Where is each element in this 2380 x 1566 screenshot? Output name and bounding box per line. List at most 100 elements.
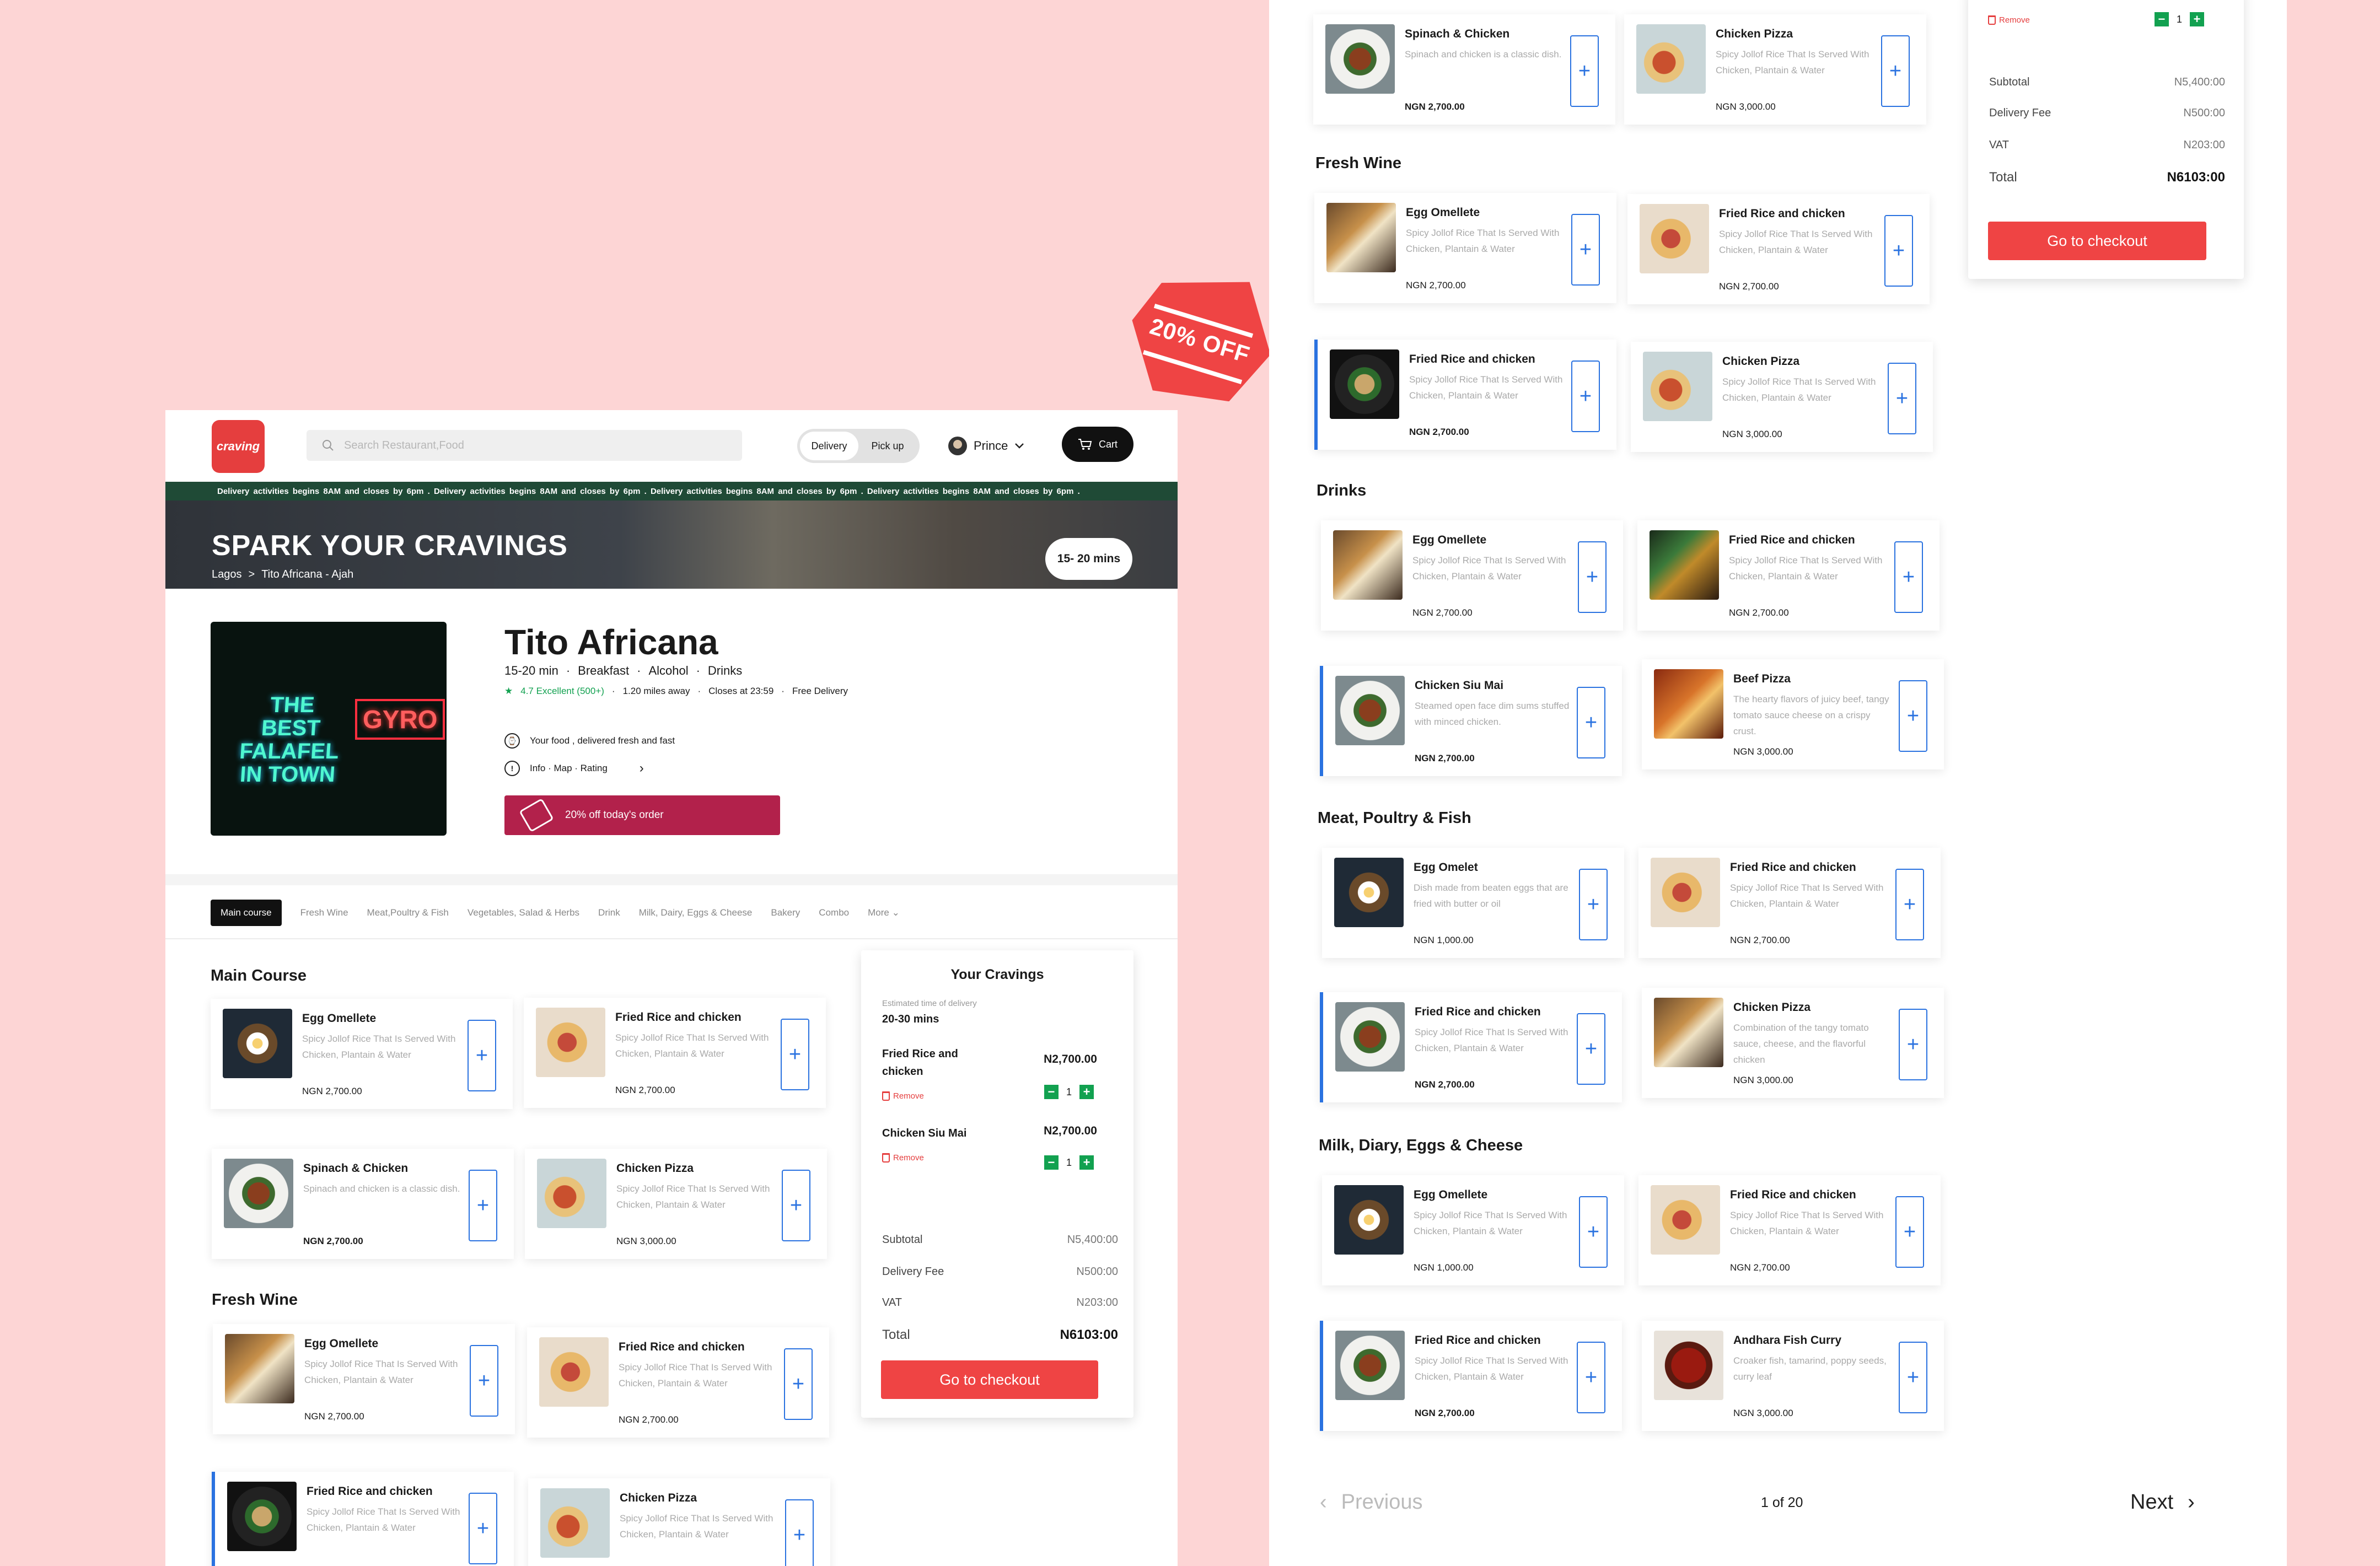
pickup-option[interactable]: Pick up [858,432,917,460]
tab-vegetables[interactable]: Vegetables, Salad & Herbs [468,907,579,918]
tab-main-course[interactable]: Main course [211,900,282,926]
add-to-cart-button[interactable]: + [1571,214,1600,286]
food-card[interactable]: Egg Omellete Spicy Jollof Rice That Is S… [1322,1175,1624,1285]
remove-button[interactable]: Remove [882,1153,924,1163]
food-card[interactable]: Andhara Fish Curry Croaker fish, tamarin… [1642,1321,1944,1431]
next-button[interactable]: Next › [2130,1490,2195,1514]
tab-drink[interactable]: Drink [598,907,620,918]
add-to-cart-button[interactable]: + [1895,1196,1924,1268]
food-card[interactable]: Fried Rice and chicken Spicy Jollof Rice… [1627,194,1930,304]
delivery-mode-toggle[interactable]: Delivery Pick up [797,429,920,463]
cart-button[interactable]: Cart [1062,427,1133,462]
food-card[interactable]: Egg Omelet Dish made from beaten eggs th… [1322,848,1624,958]
food-image [536,1008,605,1077]
decrement-button[interactable]: − [1044,1085,1059,1099]
add-to-cart-button[interactable]: + [1577,1013,1605,1085]
increment-button[interactable]: + [1079,1155,1094,1170]
food-card[interactable]: Spinach & Chicken Spinach and chicken is… [212,1149,514,1259]
food-card[interactable]: Egg Omellete Spicy Jollof Rice That Is S… [211,999,513,1109]
decrement-button[interactable]: − [1044,1155,1059,1170]
add-to-cart-button[interactable]: + [781,1019,809,1090]
food-card[interactable]: Chicken Pizza Spicy Jollof Rice That Is … [525,1149,827,1259]
add-to-cart-button[interactable]: + [1899,1342,1927,1413]
info-link[interactable]: Info · Map · Rating [530,763,608,774]
search-bar[interactable] [307,430,742,461]
tab-combo[interactable]: Combo [819,907,849,918]
add-to-cart-button[interactable]: + [1577,687,1605,758]
add-to-cart-button[interactable]: + [469,1493,497,1564]
food-card[interactable]: Fried Rice and chicken Spicy Jollof Rice… [524,998,826,1108]
tab-bakery[interactable]: Bakery [771,907,800,918]
food-price: NGN 2,700.00 [1415,753,1475,763]
rating-text[interactable]: 4.7 Excellent (500+) [520,686,604,697]
add-to-cart-button[interactable]: + [1895,869,1924,940]
breadcrumb-restaurant[interactable]: Tito Africana - Ajah [261,568,353,581]
add-to-cart-button[interactable]: + [1571,360,1600,432]
food-card[interactable]: Fried Rice and chicken Spicy Jollof Rice… [1638,848,1941,958]
info-row[interactable]: ! Info · Map · Rating › [504,761,644,776]
add-to-cart-button[interactable]: + [470,1345,498,1417]
user-menu[interactable]: Prince [948,431,1024,461]
food-card[interactable]: Chicken Pizza Combination of the tangy t… [1642,988,1944,1098]
announcement-ticker: Delivery activities begins 8AM and close… [165,482,1178,501]
food-card[interactable]: Fried Rice and chicken Spicy Jollof Rice… [1320,992,1622,1102]
add-to-cart-button[interactable]: + [1888,363,1916,434]
food-card[interactable]: Fried Rice and chicken Spicy Jollof Rice… [212,1472,514,1566]
add-to-cart-button[interactable]: + [1894,541,1923,613]
add-to-cart-button[interactable]: + [469,1170,497,1241]
food-description: Spicy Jollof Rice That Is Served With Ch… [1415,1355,1568,1382]
food-card[interactable]: Egg Omellete Spicy Jollof Rice That Is S… [1314,193,1616,303]
delivery-option[interactable]: Delivery [800,432,858,460]
tab-more[interactable]: More ⌄ [868,907,900,918]
increment-button[interactable]: + [1079,1085,1094,1099]
remove-button[interactable]: Remove [1988,15,2030,25]
add-to-cart-button[interactable]: + [1577,1342,1605,1413]
food-card[interactable]: Egg Omellete Spicy Jollof Rice That Is S… [213,1324,515,1434]
food-card[interactable]: Fried Rice and chicken Spicy Jollof Rice… [1320,1321,1622,1431]
add-to-cart-button[interactable]: + [468,1020,496,1091]
food-card[interactable]: Fried Rice and chicken Spicy Jollof Rice… [1638,1175,1941,1285]
add-to-cart-button[interactable]: + [782,1170,810,1241]
add-to-cart-button[interactable]: + [784,1348,813,1420]
food-card[interactable]: Fried Rice and chicken Spicy Jollof Rice… [1314,340,1616,450]
food-card[interactable]: Chicken Pizza Spicy Jollof Rice That Is … [1631,342,1933,452]
search-input[interactable] [344,439,675,452]
total-row: Total N6103:00 [882,1327,1118,1343]
breadcrumb-city[interactable]: Lagos [212,568,242,581]
promo-button[interactable]: 20% off today's order [504,795,780,835]
food-card[interactable]: Beef Pizza The hearty flavors of juicy b… [1642,659,1944,769]
previous-button[interactable]: ‹ Previous [1320,1490,1423,1514]
add-to-cart-button[interactable]: + [1899,680,1927,752]
add-to-cart-button[interactable]: + [1579,1196,1608,1268]
delivery-fee-row: Delivery Fee N500:00 [1989,107,2225,120]
breadcrumb-separator-icon: > [248,568,255,580]
tab-dairy[interactable]: Milk, Dairy, Eggs & Cheese [639,907,753,918]
food-card[interactable]: Chicken Siu Mai Steamed open face dim su… [1320,666,1622,776]
tab-meat-poultry-fish[interactable]: Meat,Poultry & Fish [367,907,449,918]
add-to-cart-button[interactable]: + [1570,35,1599,107]
food-card[interactable]: Fried Rice and chicken Spicy Jollof Rice… [527,1327,829,1438]
food-card[interactable]: Fried Rice and chicken Spicy Jollof Rice… [1637,520,1940,631]
checkout-button[interactable]: Go to checkout [881,1360,1098,1399]
breadcrumb: Lagos > Tito Africana - Ajah [212,568,353,581]
checkout-button[interactable]: Go to checkout [1988,222,2206,260]
add-to-cart-button[interactable]: + [1881,35,1910,107]
increment-button[interactable]: + [2190,12,2204,26]
add-to-cart-button[interactable]: + [1579,869,1608,940]
trash-icon [882,1091,890,1101]
tab-fresh-wine[interactable]: Fresh Wine [300,907,348,918]
food-card[interactable]: Egg Omellete Spicy Jollof Rice That Is S… [1321,520,1623,631]
remove-button[interactable]: Remove [882,1091,924,1101]
food-price: NGN 2,700.00 [1405,101,1465,112]
food-card[interactable]: Chicken Pizza Spicy Jollof Rice That Is … [1624,14,1926,125]
food-price: NGN 3,000.00 [616,1236,676,1246]
food-card[interactable]: Chicken Pizza Spicy Jollof Rice That Is … [528,1478,830,1566]
decrement-button[interactable]: − [2154,12,2169,26]
promo-label: 20% off today's order [565,809,664,821]
food-card[interactable]: Spinach & Chicken Spinach and chicken is… [1313,14,1615,125]
add-to-cart-button[interactable]: + [1884,215,1913,287]
add-to-cart-button[interactable]: + [1899,1009,1927,1080]
add-to-cart-button[interactable]: + [1578,541,1607,613]
add-to-cart-button[interactable]: + [785,1499,814,1566]
cravings-logo[interactable]: craving [212,420,265,473]
